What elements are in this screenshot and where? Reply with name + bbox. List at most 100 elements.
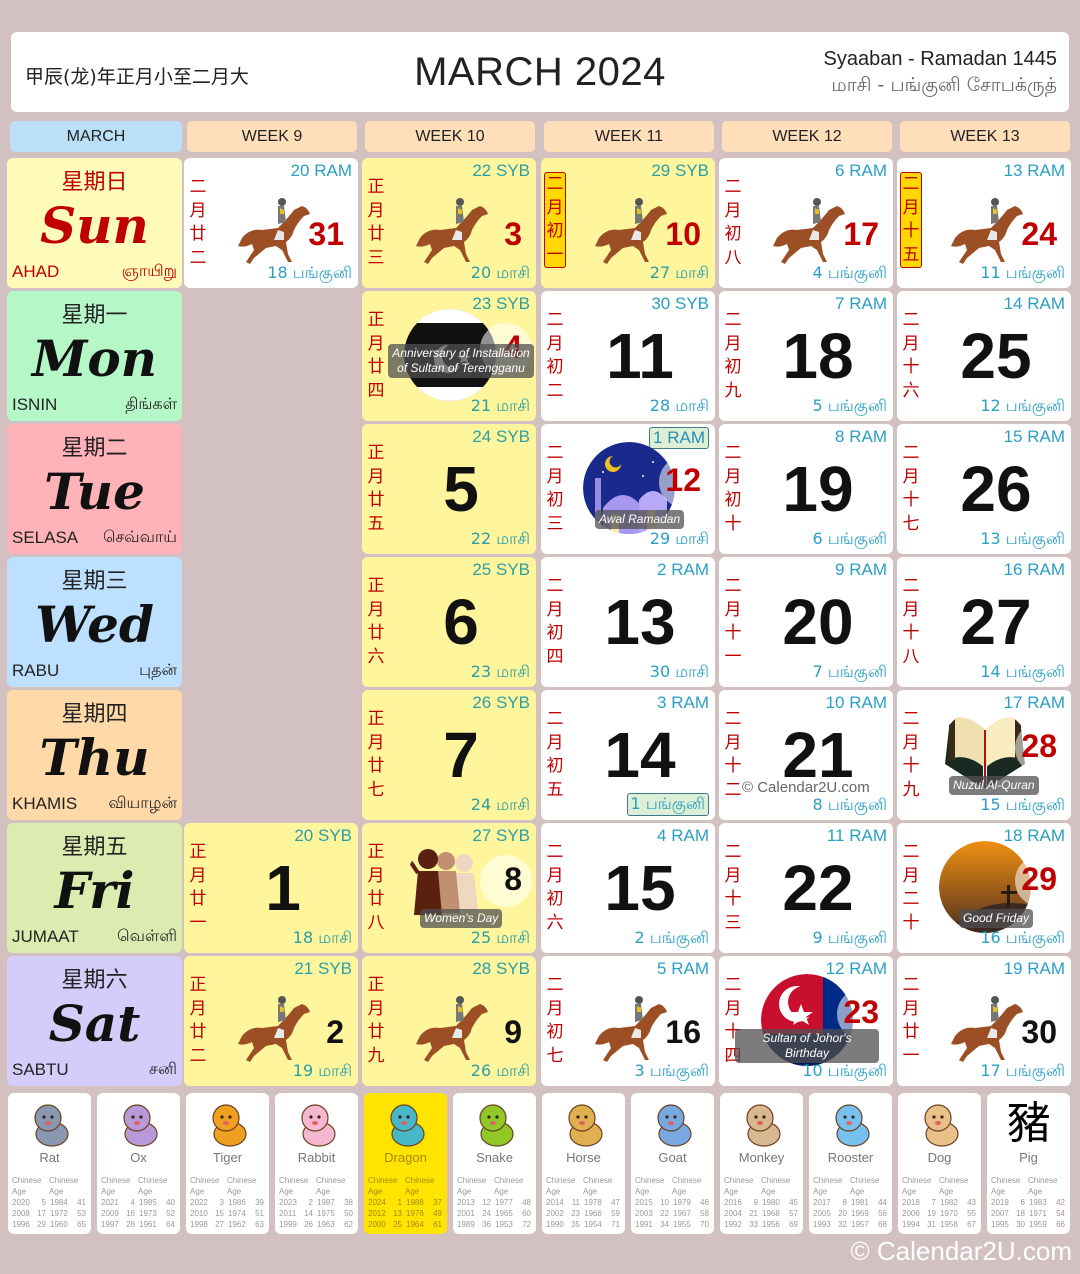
age-table-row: 2012 13 1976 49 <box>368 1208 444 1219</box>
tamil-date: 21 மாசி <box>470 396 530 415</box>
zodiac-card-horse: Horse Chinese Age Chinese Age 2014 11 1978 47 2… <box>542 1093 625 1234</box>
week-header: WEEK 9 <box>187 121 357 152</box>
date-cell[interactable]: 5 RAM 二月初七 16 3 பங்குனி <box>541 956 715 1086</box>
birth-year: 2011 <box>279 1209 297 1218</box>
age-table-header: Chinese Age Chinese Age <box>12 1175 88 1197</box>
day-number: 12 <box>665 462 701 498</box>
date-cell[interactable]: 15 RAM 二月十七 26 13 பங்குனி <box>897 424 1071 554</box>
goat-icon <box>645 1098 701 1150</box>
date-cell[interactable]: 6 RAM 二月初八 17 4 பங்குனி <box>719 158 893 288</box>
chinese-lunar-date: 二月廿一 <box>902 975 920 1066</box>
tamil-date: 26 மாசி <box>470 1061 530 1080</box>
chinese-age: 22 <box>660 1209 669 1218</box>
chinese-age: 7 <box>931 1198 936 1207</box>
date-cell[interactable]: 9 RAM 二月十一 20 7 பங்குனி <box>719 557 893 687</box>
date-cell[interactable]: 29 SYB 二月初一 10 27 மாசி <box>541 158 715 288</box>
birth-year: 1964 <box>406 1220 424 1229</box>
date-cell[interactable]: 21 SYB 正月廿二 2 19 மாசி <box>184 956 358 1086</box>
date-cell[interactable]: 20 SYB 正月廿一 1 18 மாசி <box>184 823 358 953</box>
date-cell[interactable]: 23 SYB正月廿四4Anniversary of Installation o… <box>362 291 536 421</box>
date-cell[interactable]: 30 SYB 二月初二 11 28 மாசி <box>541 291 715 421</box>
weekday-zh-label: 星期二 <box>61 436 128 461</box>
tamil-date: 2 பங்குனி <box>634 928 709 947</box>
chinese-lunar-date: 二月十一 <box>724 576 742 667</box>
weekday-zh-label: 星期日 <box>61 170 128 195</box>
chinese-age: 11 <box>571 1198 580 1207</box>
date-cell[interactable]: 19 RAM 二月廿一 30 17 பங்குனி <box>897 956 1071 1086</box>
birth-year: 2006 <box>902 1209 920 1218</box>
date-cell[interactable]: 12 RAM 二月十四 23 Sultan of Johor's Birthday 10… <box>719 956 893 1086</box>
birth-year: 1955 <box>673 1220 691 1229</box>
date-cell[interactable]: 3 RAM 二月初五 14 1 பங்குனி <box>541 690 715 820</box>
pig-character-icon: 豬 <box>1007 1098 1051 1149</box>
date-cell[interactable]: 1 RAM 二月初三 12 Awal Ramadan 29 மாசி <box>541 424 715 554</box>
horse-racing-icon <box>410 986 494 1064</box>
birth-year: 1971 <box>1029 1209 1047 1218</box>
chinese-age: 71 <box>611 1220 620 1229</box>
date-cell[interactable]: 16 RAM 二月十八 27 14 பங்குனி <box>897 557 1071 687</box>
date-cell[interactable]: 17 RAM 二月十九 28 Nuzul Al-Quran 15 பங்குனி <box>897 690 1071 820</box>
weekday-fri: 星期五 Fri JUMAAT வெள்ளி <box>7 823 182 953</box>
day-number: 16 <box>665 1014 701 1050</box>
date-cell[interactable]: 2 RAM 二月初四 13 30 மாசி <box>541 557 715 687</box>
chinese-age: 32 <box>838 1220 847 1229</box>
hijri-date: 11 RAM <box>826 826 887 845</box>
chinese-lunar-date: 二月初二 <box>546 310 564 401</box>
date-cell[interactable]: 8 RAM 二月初十 19 6 பங்குனி <box>719 424 893 554</box>
date-cell[interactable]: 10 RAM 二月十二 21 8 பங்குனி <box>719 690 893 820</box>
chinese-age: 65 <box>77 1220 86 1229</box>
date-cell[interactable]: 28 SYB 正月廿九 9 26 மாசி <box>362 956 536 1086</box>
date-cell[interactable]: 14 RAM 二月十六 25 12 பங்குனி <box>897 291 1071 421</box>
birth-year: 2012 <box>368 1209 386 1218</box>
birth-year: 2003 <box>635 1209 653 1218</box>
chinese-age: 19 <box>927 1209 936 1218</box>
date-cell[interactable]: 24 SYB 正月廿五 5 22 மாசி <box>362 424 536 554</box>
chinese-age: 38 <box>344 1198 353 1207</box>
hijri-date: 21 SYB <box>294 959 352 978</box>
chinese-age: 15 <box>215 1209 224 1218</box>
day-number: 10 <box>665 216 701 252</box>
date-cell[interactable]: 11 RAM 二月十三 22 9 பங்குனி <box>719 823 893 953</box>
horse-racing-icon <box>232 986 316 1064</box>
date-cell[interactable]: 13 RAM 二月十五 24 11 பங்குனி <box>897 158 1071 288</box>
birth-year: 1968 <box>762 1209 780 1218</box>
tamil-date: 12 பங்குனி <box>980 396 1065 415</box>
age-table-row: 2002 23 1966 59 <box>546 1208 622 1219</box>
chinese-age: 1 <box>397 1198 402 1207</box>
day-number: 27 <box>960 586 1032 658</box>
age-table-header: Chinese Age Chinese Age <box>368 1175 444 1197</box>
date-cell[interactable]: 18 RAM 二月二十 29 Good Friday 16 பங்குனி <box>897 823 1071 953</box>
age-table-header-cell: Chinese Age <box>49 1176 79 1196</box>
weekday-ta-label: ஞாயிறு <box>121 261 177 280</box>
birth-year: 1988 <box>406 1198 424 1207</box>
age-table-header-cell: Chinese Age <box>138 1176 168 1196</box>
tamil-date: 19 மாசி <box>292 1061 352 1080</box>
date-cell[interactable]: 4 RAM 二月初六 15 2 பங்குனி <box>541 823 715 953</box>
date-cell[interactable]: 25 SYB 正月廿六 6 23 மாசி <box>362 557 536 687</box>
age-table-header-cell: Chinese Age <box>227 1176 257 1196</box>
hijri-date: 12 RAM <box>825 959 887 978</box>
chinese-lunar-date: 二月廿二 <box>189 177 207 268</box>
weekday-ta-label: வெள்ளி <box>117 926 177 945</box>
tamil-date: 4 பங்குனி <box>812 263 887 282</box>
chinese-lunar-date: 二月十九 <box>902 709 920 800</box>
date-cell[interactable]: 27 SYB 正月廿八 8 Women's Day 25 மாசி <box>362 823 536 953</box>
chinese-lunar-date: 正月廿八 <box>367 842 385 933</box>
age-table-header-cell: Chinese Age <box>902 1176 932 1196</box>
day-number: 3 <box>504 216 522 252</box>
holiday-label: Sultan of Johor's Birthday <box>735 1029 879 1063</box>
tamil-date: 11 பங்குனி <box>980 263 1065 282</box>
date-cell[interactable]: 7 RAM 二月初九 18 5 பங்குனி <box>719 291 893 421</box>
date-cell[interactable]: 22 SYB 正月廿三 3 20 மாசி <box>362 158 536 288</box>
weekday-ms-label: ISNIN <box>12 395 58 414</box>
birth-year: 1992 <box>724 1220 742 1229</box>
chinese-lunar-date: 二月初六 <box>546 842 564 933</box>
birth-year: 1953 <box>495 1220 513 1229</box>
date-cell[interactable]: 26 SYB 正月廿七 7 24 மாசி <box>362 690 536 820</box>
tamil-date: 24 மாசி <box>470 795 530 814</box>
age-table-row: 2013 12 1977 48 <box>457 1197 533 1208</box>
date-cell[interactable]: 20 RAM 二月廿二 31 18 பங்குனி <box>184 158 358 288</box>
chinese-lunar-date: 二月十三 <box>724 842 742 933</box>
watermark: © Calendar2U.com <box>742 779 870 796</box>
zodiac-card-rooster: Rooster Chinese Age Chinese Age 2017 8 1981 44… <box>809 1093 892 1234</box>
